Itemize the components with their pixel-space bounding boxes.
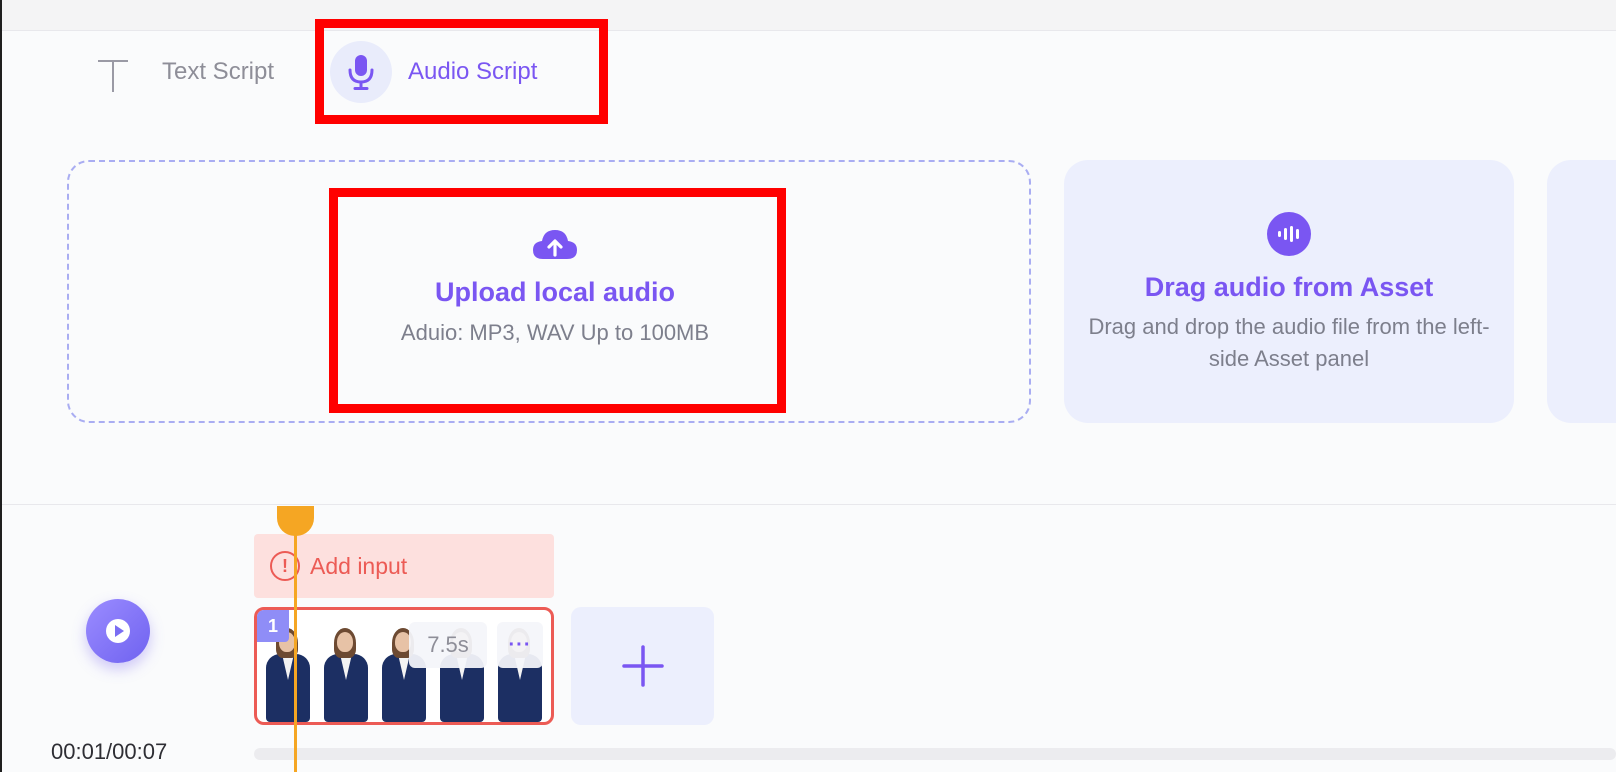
tab-text-script[interactable]: Text Script bbox=[96, 40, 274, 104]
add-input-button[interactable]: ! Add input bbox=[254, 534, 554, 598]
add-input-label: Add input bbox=[310, 552, 408, 579]
play-button[interactable] bbox=[86, 599, 150, 663]
time-display: 00:01/00:07 bbox=[51, 739, 168, 764]
clip-index-badge: 1 bbox=[257, 610, 289, 642]
microphone-icon bbox=[330, 41, 392, 103]
audio-wave-icon bbox=[1267, 212, 1311, 256]
text-t-icon bbox=[96, 52, 130, 92]
plus-icon bbox=[621, 645, 664, 687]
timeline-scrollbar[interactable] bbox=[254, 748, 1616, 760]
next-option-card[interactable] bbox=[1547, 160, 1616, 423]
tab-audio-script[interactable]: Audio Script bbox=[330, 40, 537, 104]
asset-card-title: Drag audio from Asset bbox=[1144, 272, 1434, 302]
clip-duration: 7.5s bbox=[409, 622, 487, 668]
avatar-thumbnail bbox=[320, 610, 372, 722]
upload-format-hint: Aduio: MP3, WAV Up to 100MB bbox=[400, 320, 710, 345]
upload-title: Upload local audio bbox=[434, 277, 676, 307]
timeline-panel bbox=[2, 506, 1616, 772]
upload-local-audio-button[interactable]: Upload local audio Aduio: MP3, WAV Up to… bbox=[340, 200, 770, 400]
add-clip-button[interactable] bbox=[571, 607, 714, 725]
play-icon bbox=[106, 619, 130, 643]
top-bar bbox=[2, 0, 1616, 31]
tab-text-script-label: Text Script bbox=[162, 58, 275, 85]
asset-card-description: Drag and drop the audio file from the le… bbox=[1088, 314, 1490, 371]
tab-audio-script-label: Audio Script bbox=[408, 58, 538, 85]
clip-more-button[interactable]: ··· bbox=[497, 622, 543, 668]
drag-from-asset-card[interactable]: Drag audio from Asset Drag and drop the … bbox=[1064, 160, 1514, 423]
cloud-upload-icon bbox=[532, 228, 578, 265]
video-clip[interactable]: 1 7.5s ··· bbox=[254, 607, 554, 725]
playhead-line bbox=[294, 506, 297, 772]
